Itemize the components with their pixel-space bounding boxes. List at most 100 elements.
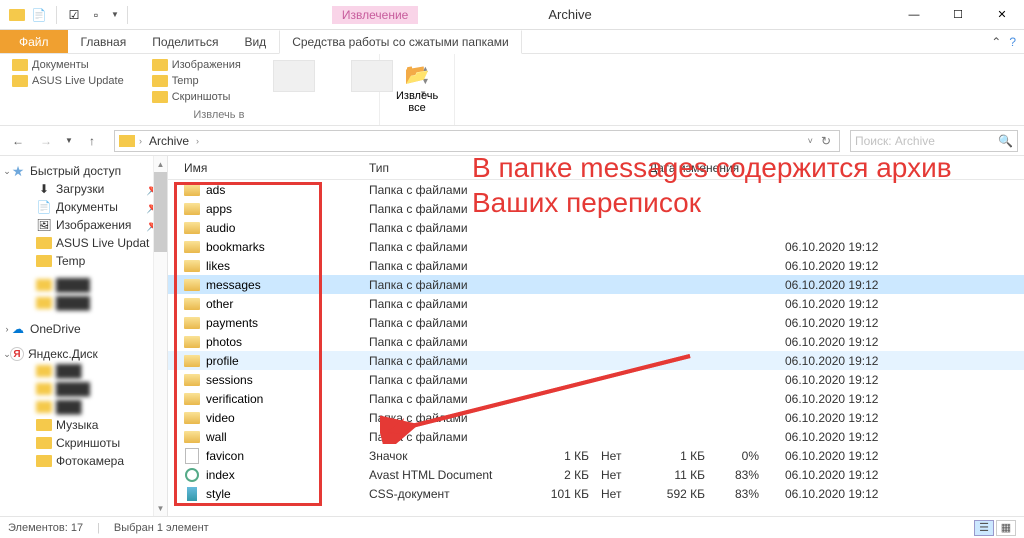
file-row[interactable]: adsПапка с файлами [168,180,1024,199]
tab-share[interactable]: Поделиться [139,30,231,53]
nav-tree: ⌄ ★ Быстрый доступ ⬇Загрузки📌 📄Документы… [0,156,168,516]
file-row[interactable]: bookmarksПапка с файлами06.10.2020 19:12 [168,237,1024,256]
folder-icon [184,220,200,236]
view-details-button[interactable]: ☰ [974,520,994,536]
file-row[interactable]: paymentsПапка с файлами06.10.2020 19:12 [168,313,1024,332]
col-name[interactable]: Имя [174,161,369,175]
qat-check-icon[interactable]: ☑ [65,6,83,24]
address-field[interactable]: › Archive › ˅ ↻ [114,130,840,152]
tree-quick-access[interactable]: ⌄ ★ Быстрый доступ [4,162,163,180]
extract-all-button[interactable]: 📂 Извлечь все [388,58,446,116]
file-row[interactable]: faviconЗначок1 КБНет1 КБ0%06.10.2020 19:… [168,446,1024,465]
folder-icon [8,6,26,24]
file-row[interactable]: appsПапка с файлами [168,199,1024,218]
dest-documents[interactable]: Документы [8,58,128,72]
tree-onedrive[interactable]: ›☁OneDrive [4,320,163,338]
cloud-icon: ☁ [10,321,26,337]
dest-screenshots[interactable]: Скриншоты [148,90,245,104]
qat-dropdown-icon[interactable]: ▼ [111,10,119,19]
ribbon-tabs: Файл Главная Поделиться Вид Средства раб… [0,30,1024,54]
breadcrumb-item[interactable]: Archive [146,134,192,148]
file-row[interactable]: sessionsПапка с файлами06.10.2020 19:12 [168,370,1024,389]
file-row[interactable]: audioПапка с файлами [168,218,1024,237]
file-row[interactable]: likesПапка с файлами06.10.2020 19:12 [168,256,1024,275]
file-row[interactable]: messagesПапка с файлами06.10.2020 19:12 [168,275,1024,294]
file-row[interactable]: styleCSS-документ101 КБНет592 КБ83%06.10… [168,484,1024,503]
tree-music[interactable]: Музыка [4,416,163,434]
col-date[interactable]: Дата изменения [649,161,1024,175]
folder-icon [184,391,200,407]
back-button[interactable]: ← [6,129,30,153]
view-icons-button[interactable]: ▦ [996,520,1016,536]
tree-images[interactable]: 🖼Изображения📌 [4,216,163,234]
status-selected: Выбран 1 элемент [114,522,209,534]
file-row[interactable]: wallПапка с файлами06.10.2020 19:12 [168,427,1024,446]
tree-asus[interactable]: ASUS Live Updat [4,234,163,252]
refresh-icon[interactable]: ↻ [817,134,835,148]
document-icon: 📄 [36,199,52,215]
folder-icon [184,296,200,312]
folder-icon [184,429,200,445]
col-type[interactable]: Тип [369,161,649,175]
ribbon-collapse-icon[interactable]: ⌃ [991,35,1001,49]
file-row[interactable]: videoПапка с файлами06.10.2020 19:12 [168,408,1024,427]
file-row[interactable]: profileПапка с файлами06.10.2020 19:12 [168,351,1024,370]
help-icon[interactable]: ? [1009,35,1016,49]
tree-blur-2[interactable]: ████ [4,294,163,312]
recent-dropdown[interactable]: ▼ [62,129,76,153]
folder-icon [184,334,200,350]
folder-icon [184,372,200,388]
group-label-extract: Извлечь в [8,109,430,121]
tree-temp[interactable]: Temp [4,252,163,270]
tree-yd-1[interactable]: ███ [4,362,163,380]
dest-asus[interactable]: ASUS Live Update [8,74,128,88]
title-bar: 📄 ☑ ▫ ▼ Извлечение Archive — ☐ ✕ [0,0,1024,30]
folder-icon [184,410,200,426]
yandex-icon: Я [10,347,24,361]
address-bar: ← → ▼ ↑ › Archive › ˅ ↻ Поиск: Archive 🔍 [0,126,1024,156]
file-list: Имя Тип Дата изменения adsПапка с файлам… [168,156,1024,516]
tab-view[interactable]: Вид [231,30,279,53]
download-icon: ⬇ [36,181,52,197]
minimize-button[interactable]: — [892,1,936,29]
css-icon [184,486,200,502]
folder-icon [184,239,200,255]
search-input[interactable]: Поиск: Archive 🔍 [850,130,1018,152]
tab-home[interactable]: Главная [68,30,140,53]
window-title: Archive [548,7,591,22]
address-dropdown-icon[interactable]: ˅ [808,136,813,146]
folder-icon [184,277,200,293]
forward-button[interactable]: → [34,129,58,153]
tree-downloads[interactable]: ⬇Загрузки📌 [4,180,163,198]
file-row[interactable]: verificationПапка с файлами06.10.2020 19… [168,389,1024,408]
status-bar: Элементов: 17 | Выбран 1 элемент ☰ ▦ [0,516,1024,538]
folder-icon [184,182,200,198]
file-row[interactable]: indexAvast HTML Document2 КБНет11 КБ83%0… [168,465,1024,484]
up-button[interactable]: ↑ [80,129,104,153]
dest-blank-1[interactable] [265,58,323,94]
dest-images[interactable]: Изображения [148,58,245,72]
column-headers[interactable]: Имя Тип Дата изменения [168,156,1024,180]
maximize-button[interactable]: ☐ [936,1,980,29]
close-button[interactable]: ✕ [980,1,1024,29]
tab-file[interactable]: Файл [0,30,68,53]
main-area: ⌄ ★ Быстрый доступ ⬇Загрузки📌 📄Документы… [0,156,1024,516]
tree-camera[interactable]: Фотокамера [4,452,163,470]
contextual-tab-label: Извлечение [332,6,418,24]
tree-blur-1[interactable]: ████ [4,276,163,294]
tree-yd-2[interactable]: ████ [4,380,163,398]
tree-screenshots[interactable]: Скриншоты [4,434,163,452]
qat-item-icon[interactable]: 📄 [30,6,48,24]
dest-temp[interactable]: Temp [148,74,245,88]
star-icon: ★ [10,163,26,179]
tree-scrollbar[interactable]: ▲ ▼ [153,156,167,516]
file-row[interactable]: otherПапка с файлами06.10.2020 19:12 [168,294,1024,313]
tab-compressed-tools[interactable]: Средства работы со сжатыми папками [279,30,522,54]
qat-new-icon[interactable]: ▫ [87,6,105,24]
tree-documents[interactable]: 📄Документы📌 [4,198,163,216]
tree-yd-3[interactable]: ███ [4,398,163,416]
tree-yandex[interactable]: ⌄ЯЯндекс.Диск [4,346,163,362]
search-icon: 🔍 [998,134,1013,148]
extract-icon: 📂 [401,60,433,88]
file-row[interactable]: photosПапка с файлами06.10.2020 19:12 [168,332,1024,351]
